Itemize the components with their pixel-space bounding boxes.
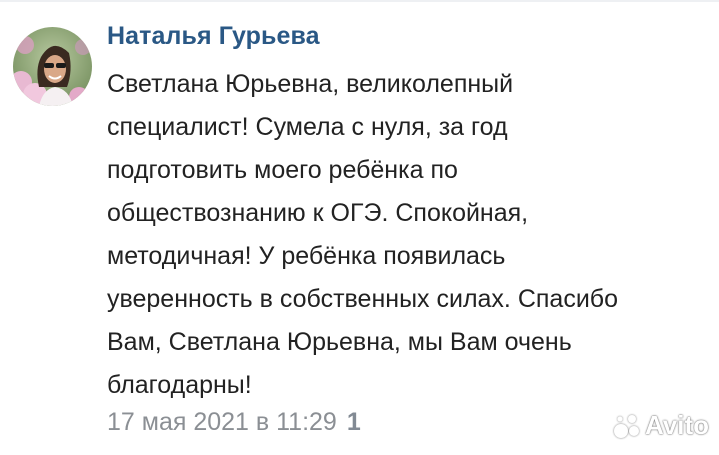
like-count[interactable]: 1 xyxy=(347,408,361,437)
avatar[interactable] xyxy=(13,27,92,106)
comment-text-line: методичная! У ребёнка появилась xyxy=(107,242,506,270)
comment-text-line: уверенность в собственных силах. Спасибо xyxy=(107,285,619,313)
watermark-label: Avito xyxy=(645,410,710,440)
comment-text-line: подготовить моего ребёнка по xyxy=(107,156,458,184)
top-divider xyxy=(0,0,719,2)
comment-text-line: обществознанию к ОГЭ. Спокойная, xyxy=(107,199,529,227)
comment-text-line: благодарны! xyxy=(107,371,252,399)
avito-watermark: Avito xyxy=(612,410,709,441)
comment-text-line: специалист! Сумела с нуля, за год xyxy=(107,113,508,141)
comment-meta: 17 мая 2021 в 11:29 1 xyxy=(107,404,361,440)
comment-text: Светлана Юрьевна, великолепный специалис… xyxy=(107,63,667,407)
comment-text-line: Светлана Юрьевна, великолепный xyxy=(107,70,514,98)
comment-text-line: Вам, Светлана Юрьевна, мы Вам очень xyxy=(107,328,572,356)
comment-author-name[interactable]: Наталья Гурьева xyxy=(107,22,320,51)
comment-date-link[interactable]: 17 мая 2021 в 11:29 xyxy=(107,408,337,437)
avito-logo-icon xyxy=(614,414,639,438)
